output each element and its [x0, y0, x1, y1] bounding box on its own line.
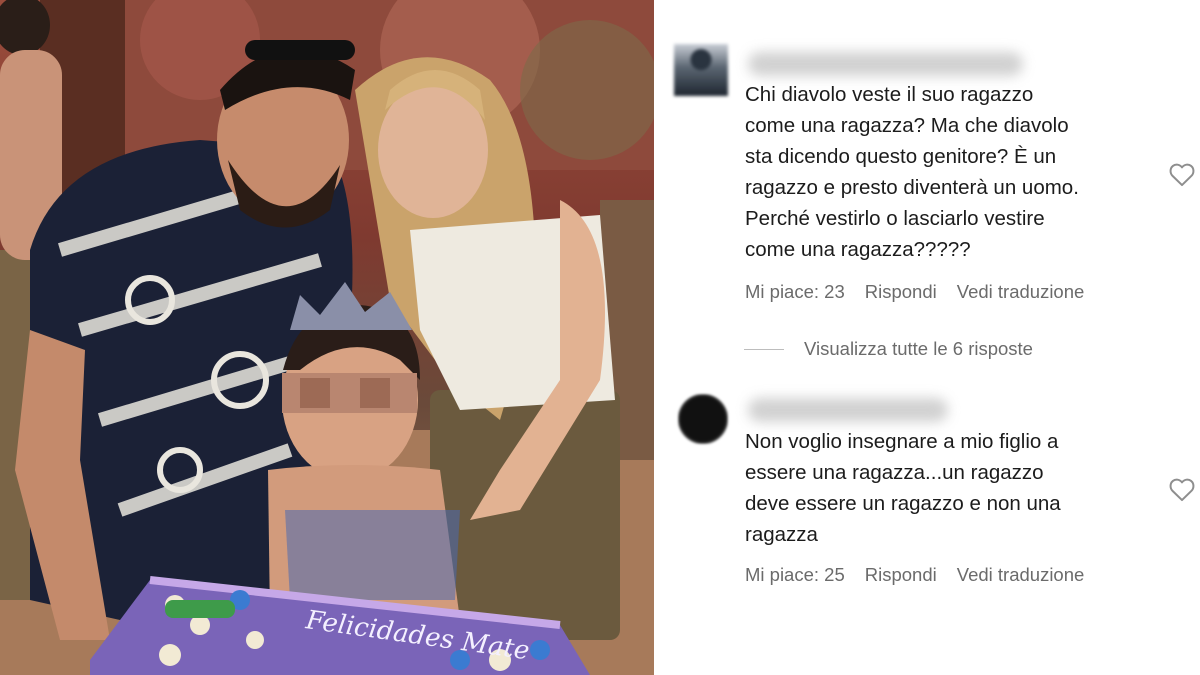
heart-outline-icon[interactable]: [1168, 161, 1196, 187]
post-photo: Felicidades Mate: [0, 0, 654, 675]
comment-actions: Mi piace: 23 Rispondi Vedi traduzione: [745, 281, 1084, 303]
replies-divider-line: [744, 348, 784, 350]
photo-illustration: Felicidades Mate: [0, 0, 654, 675]
heart-outline-icon[interactable]: [1168, 476, 1196, 502]
username-redacted[interactable]: [748, 52, 1023, 76]
likes-count[interactable]: Mi piace: 23: [745, 281, 845, 303]
see-translation-button[interactable]: Vedi traduzione: [957, 281, 1085, 303]
likes-count[interactable]: Mi piace: 25: [745, 564, 845, 586]
comment-text: Non voglio insegnare a mio figlio a esse…: [745, 430, 1061, 546]
comments-panel: Chi diavolo veste il suo ragazzo come un…: [658, 0, 1200, 675]
reply-button[interactable]: Rispondi: [865, 281, 937, 303]
avatar[interactable]: [674, 44, 728, 96]
see-translation-button[interactable]: Vedi traduzione: [957, 564, 1085, 586]
avatar[interactable]: [678, 394, 728, 444]
view-replies-label: Visualizza tutte le 6 risposte: [804, 338, 1033, 359]
view-replies-button[interactable]: Visualizza tutte le 6 risposte: [744, 338, 1033, 360]
comment-actions: Mi piace: 25 Rispondi Vedi traduzione: [745, 564, 1084, 586]
reply-button[interactable]: Rispondi: [865, 564, 937, 586]
username-redacted[interactable]: [748, 398, 948, 422]
comment-text: Chi diavolo veste il suo ragazzo come un…: [745, 83, 1079, 261]
